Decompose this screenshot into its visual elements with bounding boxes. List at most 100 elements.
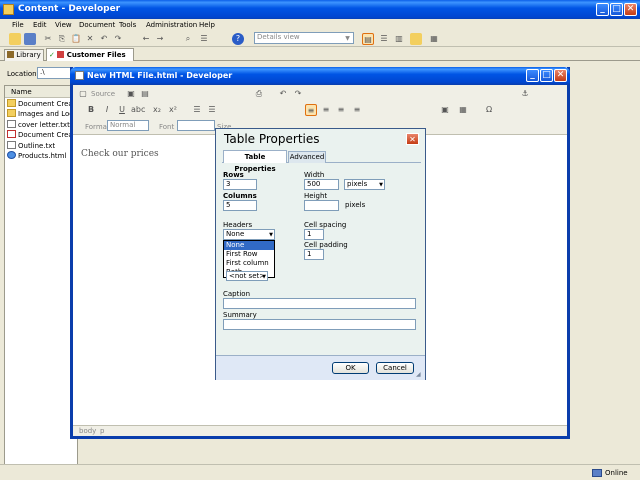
cell-padding-input[interactable]: 1 [304, 249, 324, 260]
strikethrough-icon[interactable]: abc [131, 104, 145, 116]
tile-view-icon[interactable]: ▦ [428, 33, 440, 45]
menu-edit[interactable]: Edit [33, 19, 47, 31]
resize-grip-icon[interactable]: ◢ [416, 371, 424, 379]
columns-label: Columns [223, 192, 257, 200]
summary-input[interactable] [223, 319, 416, 330]
special-char-icon[interactable]: Ω [483, 104, 495, 116]
tab-library[interactable]: Library [4, 49, 44, 61]
folder-icon [7, 99, 16, 107]
menu-administration[interactable]: Administration [146, 19, 197, 31]
editor-content[interactable]: Check our prices [81, 149, 159, 159]
undo-icon[interactable]: ↶ [98, 33, 110, 45]
new-page-icon[interactable]: ▤ [139, 88, 151, 100]
list-item[interactable]: Document Creati [7, 99, 77, 109]
list-view-icon[interactable]: ☰ [378, 33, 390, 45]
font-select[interactable] [177, 120, 215, 131]
list-item[interactable]: Document Creati [7, 130, 77, 140]
anchor-icon[interactable]: ⚓ [519, 88, 531, 100]
path-body[interactable]: body [79, 427, 96, 435]
justify-icon[interactable]: ≡ [351, 104, 363, 116]
headers-option-none[interactable]: None [224, 241, 274, 250]
list-item-name: Document Creati [18, 100, 78, 108]
editor-close-button[interactable]: ✕ [554, 69, 567, 82]
maximize-button[interactable]: □ [610, 3, 623, 16]
print-icon[interactable]: ⎙ [253, 88, 265, 100]
open-folder-icon[interactable] [9, 33, 21, 45]
tab-advanced[interactable]: Advanced [288, 151, 326, 163]
editor-title: New HTML File.html - Developer [87, 71, 233, 80]
subscript-icon[interactable]: x₂ [151, 104, 163, 116]
menu-help[interactable]: Help [199, 19, 215, 31]
chevron-down-icon: ▼ [262, 274, 266, 280]
path-p[interactable]: p [100, 427, 104, 435]
redo-icon[interactable]: ↷ [112, 33, 124, 45]
image-icon[interactable]: ▣ [439, 104, 451, 116]
editor-maximize-button[interactable]: □ [540, 69, 553, 82]
tab-customer-files-label: Customer Files [66, 51, 126, 59]
close-button[interactable]: ✕ [624, 3, 637, 16]
list-item-name: cover letter.txt [18, 121, 70, 129]
properties-icon[interactable]: ☰ [198, 33, 210, 45]
numbered-list-icon[interactable]: ☰ [191, 104, 203, 116]
italic-icon[interactable]: I [101, 104, 113, 116]
headers-option-first-column[interactable]: First column [224, 259, 274, 268]
copy-icon[interactable]: ⎘ [56, 33, 68, 45]
align-center-icon[interactable]: ≡ [320, 104, 332, 116]
menu-document[interactable]: Document [79, 19, 115, 31]
forward-icon[interactable]: → [154, 33, 166, 45]
list-item[interactable]: Images and Logo [7, 109, 78, 119]
help-icon[interactable]: ? [232, 33, 244, 45]
delete-icon[interactable]: ✕ [84, 33, 96, 45]
tab-customer-files[interactable]: ✓ Customer Files ✕ [46, 48, 134, 72]
menu-tools[interactable]: Tools [119, 19, 136, 31]
undo-icon[interactable]: ↶ [277, 88, 289, 100]
cut-icon[interactable]: ✂ [42, 33, 54, 45]
minimize-button[interactable]: _ [596, 3, 609, 16]
width-unit-select[interactable]: pixels ▼ [344, 179, 385, 190]
list-item-name: Products.html [18, 152, 67, 160]
back-icon[interactable]: ← [140, 33, 152, 45]
list-item[interactable]: cover letter.txt [7, 120, 70, 130]
superscript-icon[interactable]: x² [167, 104, 179, 116]
list-item[interactable]: Products.html [7, 151, 66, 161]
underline-icon[interactable]: U [116, 104, 128, 116]
details-view-icon[interactable]: ▤ [362, 33, 374, 45]
headers-select[interactable]: None ▼ [223, 229, 275, 240]
cancel-button[interactable]: Cancel [376, 362, 414, 374]
columns-view-icon[interactable]: ▥ [393, 33, 405, 45]
dialog-close-button[interactable]: ✕ [406, 133, 419, 145]
menu-view[interactable]: View [55, 19, 72, 31]
ok-button[interactable]: OK [332, 362, 369, 374]
new-folder-icon[interactable] [410, 33, 422, 45]
paste-icon[interactable]: 📋 [70, 33, 82, 45]
source-icon[interactable]: ▢ [77, 88, 89, 100]
align-left-icon[interactable]: ≡ [305, 104, 317, 116]
alignment-select[interactable]: <not set> ▼ [226, 271, 268, 281]
bold-icon[interactable]: B [85, 104, 97, 116]
tab-table-properties[interactable]: Table Properties [223, 150, 287, 173]
height-input[interactable] [304, 200, 339, 211]
table-icon[interactable]: ▦ [457, 104, 469, 116]
cell-spacing-input[interactable]: 1 [304, 229, 324, 240]
editor-minimize-button[interactable]: _ [526, 69, 539, 82]
redo-icon[interactable]: ↷ [292, 88, 304, 100]
save-icon[interactable]: ▣ [125, 88, 137, 100]
source-button[interactable]: Source [91, 90, 115, 98]
save-icon[interactable] [24, 33, 36, 45]
caption-input[interactable] [223, 298, 416, 309]
headers-option-first-row[interactable]: First Row [224, 250, 274, 259]
rows-input[interactable]: 3 [223, 179, 257, 190]
format-select[interactable]: Normal [107, 120, 149, 131]
location-label: Location: [7, 70, 39, 78]
name-column-label: Name [11, 88, 32, 96]
bulleted-list-icon[interactable]: ☰ [206, 104, 218, 116]
list-item[interactable]: Outline.txt [7, 141, 55, 151]
view-select[interactable]: Details view ▼ [254, 32, 354, 44]
align-right-icon[interactable]: ≡ [335, 104, 347, 116]
width-input[interactable]: 500 [304, 179, 339, 190]
menu-file[interactable]: File [12, 19, 24, 31]
find-icon[interactable]: ⌕ [182, 33, 194, 45]
name-column-header[interactable]: Name [5, 86, 77, 98]
tab-advanced-label: Advanced [289, 153, 325, 161]
columns-input[interactable]: 5 [223, 200, 257, 211]
